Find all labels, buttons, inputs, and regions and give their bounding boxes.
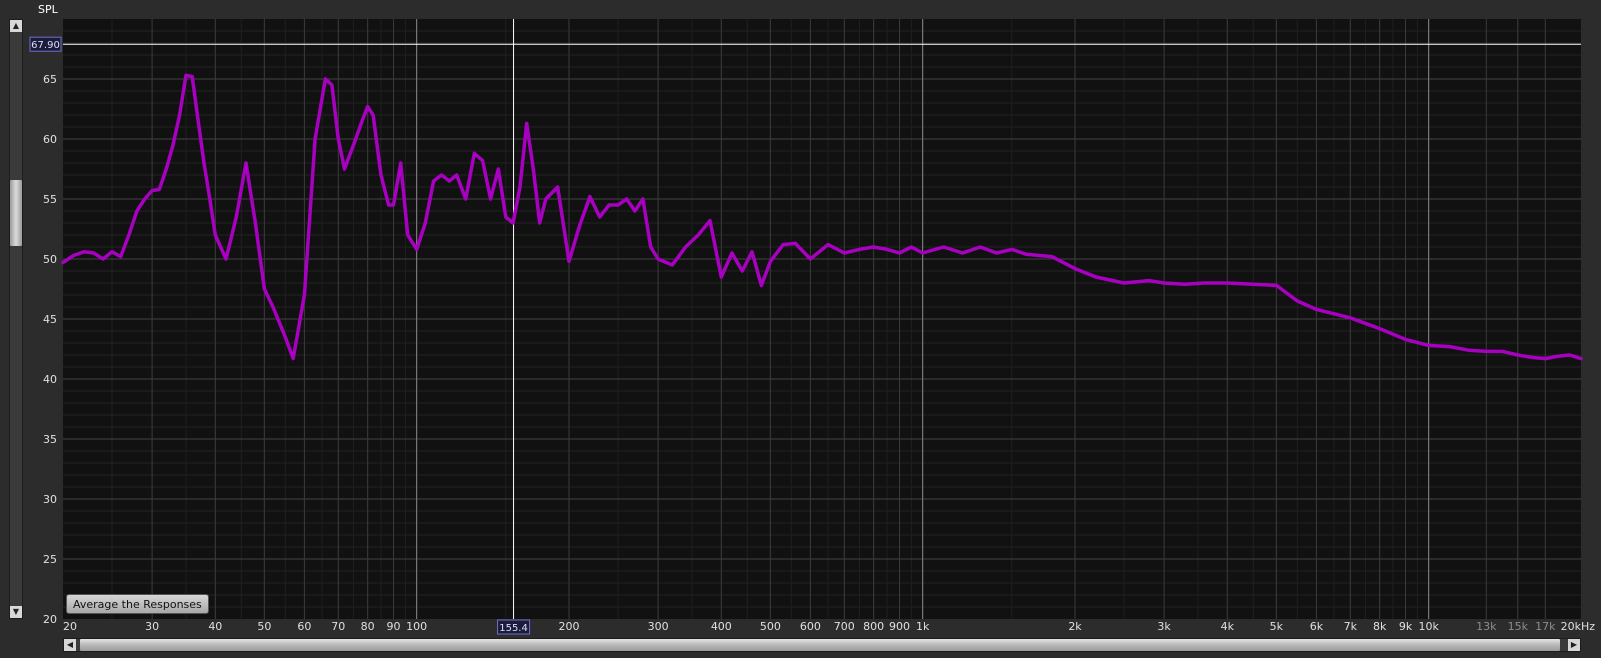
horizontal-scrollbar[interactable]: ◀ ▶ bbox=[63, 638, 1581, 652]
x-tick-label: 6k bbox=[1310, 620, 1324, 633]
y-tick-label: 30 bbox=[43, 493, 57, 506]
x-tick-label: 40 bbox=[208, 620, 222, 633]
x-tick-label: 20 bbox=[63, 620, 77, 633]
y-cursor-readout: 67.90 bbox=[31, 40, 60, 51]
x-tick-label: 15k bbox=[1508, 620, 1529, 633]
y-tick-label: 25 bbox=[43, 553, 57, 566]
average-responses-button[interactable]: Average the Responses bbox=[66, 594, 209, 614]
y-tick-label: 50 bbox=[43, 253, 57, 266]
scroll-down-arrow-icon[interactable]: ▼ bbox=[10, 606, 22, 618]
x-tick-label: 20kHz bbox=[1561, 620, 1596, 633]
y-tick-label: 45 bbox=[43, 313, 57, 326]
x-tick-label: 400 bbox=[711, 620, 732, 633]
y-tick-label: 55 bbox=[43, 193, 57, 206]
x-tick-label: 100 bbox=[406, 620, 427, 633]
scroll-right-arrow-icon[interactable]: ▶ bbox=[1568, 639, 1580, 651]
x-tick-label: 60 bbox=[297, 620, 311, 633]
vertical-scrollbar[interactable]: ▲ ▼ bbox=[9, 19, 23, 619]
y-tick-label: 60 bbox=[43, 133, 57, 146]
scroll-up-arrow-icon[interactable]: ▲ bbox=[10, 20, 22, 32]
x-tick-label: 90 bbox=[387, 620, 401, 633]
spl-graph-window: SPL 20 25 30 35 40 45 50 55 60 65 20 30 40 50 60 70 80 9… bbox=[0, 0, 1601, 658]
x-tick-label: 10k bbox=[1418, 620, 1439, 633]
x-tick-label: 17k bbox=[1535, 620, 1556, 633]
x-tick-label: 4k bbox=[1221, 620, 1235, 633]
x-tick-label: 600 bbox=[800, 620, 821, 633]
scroll-left-arrow-icon[interactable]: ◀ bbox=[64, 639, 76, 651]
frequency-response-chart[interactable]: 20 25 30 35 40 45 50 55 60 65 20 30 40 50 60 70 80 90 100… bbox=[0, 0, 1601, 658]
x-tick-label: 9k bbox=[1399, 620, 1413, 633]
x-tick-label: 900 bbox=[889, 620, 910, 633]
x-tick-label: 30 bbox=[145, 620, 159, 633]
x-tick-label: 1k bbox=[916, 620, 930, 633]
x-tick-label: 500 bbox=[760, 620, 781, 633]
x-tick-label: 50 bbox=[257, 620, 271, 633]
y-tick-labels: 20 25 30 35 40 45 50 55 60 65 bbox=[43, 73, 57, 626]
y-tick-label: 65 bbox=[43, 73, 57, 86]
horizontal-scroll-thumb[interactable] bbox=[80, 639, 1560, 651]
vertical-scroll-thumb[interactable] bbox=[10, 180, 22, 246]
x-tick-label: 200 bbox=[559, 620, 580, 633]
x-cursor-readout: 155.4 bbox=[499, 623, 528, 634]
x-tick-label: 5k bbox=[1270, 620, 1284, 633]
x-tick-label: 80 bbox=[361, 620, 375, 633]
x-tick-label: 70 bbox=[331, 620, 345, 633]
x-tick-label: 700 bbox=[834, 620, 855, 633]
x-tick-label: 7k bbox=[1344, 620, 1358, 633]
x-tick-label: 2k bbox=[1068, 620, 1082, 633]
x-tick-label: 13k bbox=[1476, 620, 1497, 633]
y-tick-label: 40 bbox=[43, 373, 57, 386]
x-tick-label: 800 bbox=[863, 620, 884, 633]
x-tick-label: 8k bbox=[1373, 620, 1387, 633]
y-tick-label: 20 bbox=[43, 613, 57, 626]
x-tick-label: 3k bbox=[1157, 620, 1171, 633]
x-tick-label: 300 bbox=[648, 620, 669, 633]
x-tick-labels: 20 30 40 50 60 70 80 90 100 200 300 400 500 600 700 800… bbox=[63, 620, 1595, 633]
y-tick-label: 35 bbox=[43, 433, 57, 446]
